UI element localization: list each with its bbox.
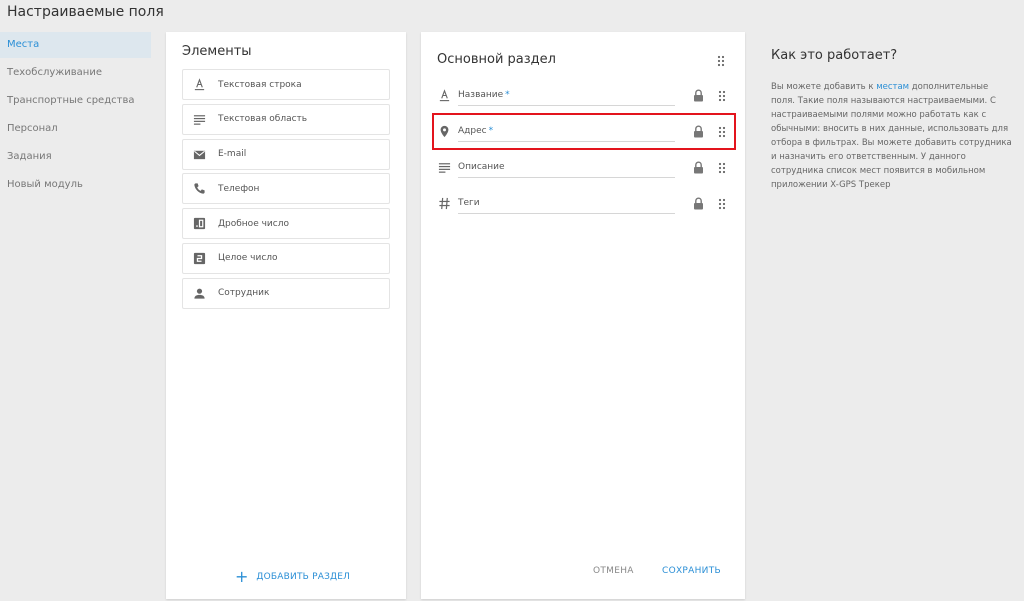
- element-label: Дробное число: [218, 218, 289, 229]
- sidebar-item-new-module[interactable]: Новый модуль: [0, 172, 151, 198]
- save-button[interactable]: СОХРАНИТЬ: [662, 566, 721, 576]
- field-row-description: Описание: [437, 156, 733, 182]
- drag-handle-icon[interactable]: [718, 159, 726, 178]
- text-format-icon: [437, 88, 451, 102]
- lock-icon: [693, 195, 704, 214]
- info-text-after: дополнительные поля. Такие поля называют…: [771, 82, 1012, 190]
- sidebar-item-maintenance[interactable]: Техобслуживание: [0, 60, 151, 86]
- element-label: Целое число: [218, 253, 278, 264]
- envelope-icon: [192, 147, 206, 161]
- add-section-button[interactable]: + ДОБАВИТЬ РАЗДЕЛ: [235, 569, 350, 585]
- drag-handle-icon[interactable]: [718, 195, 726, 214]
- elements-panel: Элементы Текстовая строка Текстовая обла…: [166, 32, 406, 599]
- text-area-icon: [192, 112, 206, 126]
- element-label: Телефон: [218, 183, 260, 194]
- element-label: Сотрудник: [218, 288, 270, 299]
- field-row-tags: Теги: [437, 192, 733, 218]
- person-icon: [192, 286, 206, 300]
- drag-handle-icon[interactable]: [718, 87, 726, 106]
- drag-handle-icon[interactable]: [717, 52, 725, 71]
- lock-icon: [693, 159, 704, 178]
- field-description-input[interactable]: Описание: [458, 156, 675, 178]
- phone-icon: [192, 182, 206, 196]
- element-label: Текстовая область: [218, 114, 308, 125]
- sidebar-item-tasks[interactable]: Задания: [0, 144, 151, 170]
- add-section-label: ДОБАВИТЬ РАЗДЕЛ: [256, 572, 351, 582]
- element-employee[interactable]: Сотрудник: [182, 277, 390, 309]
- field-label: Описание: [458, 162, 505, 172]
- field-tags-input[interactable]: Теги: [458, 192, 675, 214]
- hash-icon: [437, 196, 451, 210]
- element-integer[interactable]: Целое число: [182, 242, 390, 274]
- sidebar-item-vehicles[interactable]: Транспортные средства: [0, 88, 151, 114]
- elements-list: Текстовая строка Текстовая область E-mai…: [182, 69, 390, 313]
- highlight-box: [432, 113, 736, 150]
- integer-icon: [192, 251, 206, 265]
- info-text-before: Вы можете добавить к: [771, 82, 877, 92]
- info-panel: Как это работает? Вы можете добавить к м…: [771, 48, 1014, 192]
- element-text-line[interactable]: Текстовая строка: [182, 69, 390, 100]
- field-row-name: Название *: [437, 84, 733, 110]
- lock-icon: [693, 87, 704, 106]
- plus-icon: +: [235, 567, 249, 586]
- info-heading: Как это работает?: [771, 48, 898, 63]
- section-heading: Основной раздел: [437, 52, 556, 67]
- element-text-area[interactable]: Текстовая область: [182, 103, 390, 135]
- element-label: Текстовая строка: [218, 79, 302, 90]
- decimal-icon: [192, 217, 206, 231]
- text-area-icon: [437, 160, 451, 174]
- field-label: Теги: [458, 198, 480, 208]
- element-phone[interactable]: Телефон: [182, 173, 390, 205]
- field-label: Название: [458, 90, 504, 100]
- element-decimal[interactable]: Дробное число: [182, 208, 390, 240]
- sidebar: Места Техобслуживание Транспортные средс…: [0, 32, 151, 200]
- cancel-button[interactable]: ОТМЕНА: [593, 566, 634, 576]
- elements-heading: Элементы: [182, 44, 252, 59]
- places-link[interactable]: местам: [876, 82, 909, 92]
- element-label: E-mail: [218, 149, 247, 160]
- sidebar-item-places[interactable]: Места: [0, 32, 151, 58]
- element-email[interactable]: E-mail: [182, 138, 390, 170]
- required-mark: *: [505, 90, 510, 100]
- page-title: Настраиваемые поля: [7, 4, 164, 20]
- sidebar-item-staff[interactable]: Персонал: [0, 116, 151, 142]
- text-format-icon: [192, 78, 206, 92]
- field-name-input[interactable]: Название *: [458, 84, 675, 106]
- info-text: Вы можете добавить к местам дополнительн…: [771, 80, 1014, 192]
